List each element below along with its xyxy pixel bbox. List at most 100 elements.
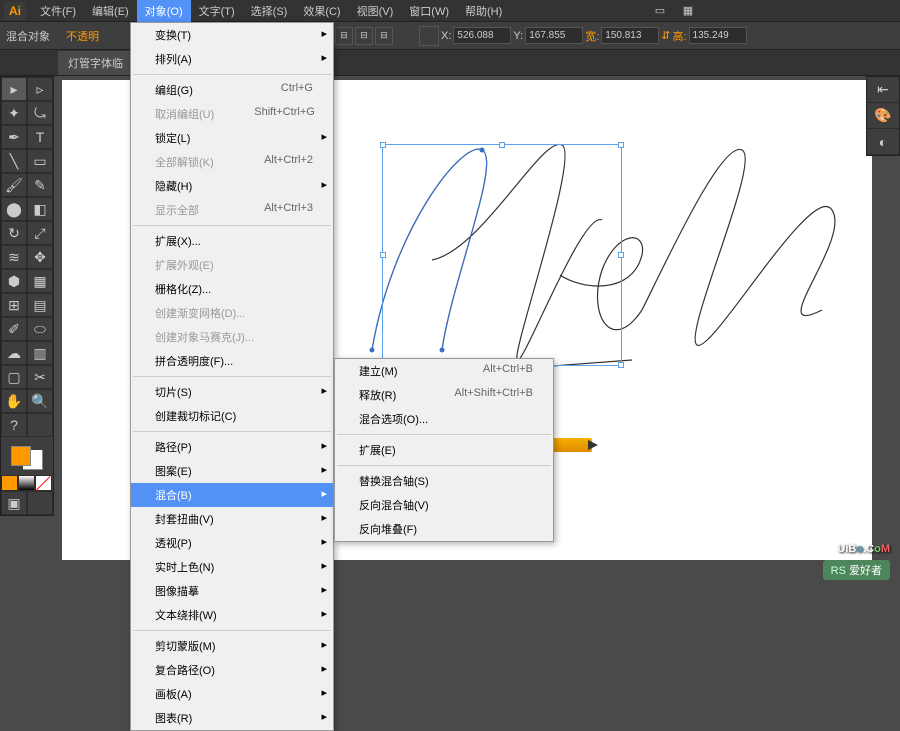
- menu-item: 显示全部Alt+Ctrl+3: [131, 198, 333, 222]
- width-tool[interactable]: ≋: [1, 245, 27, 269]
- brush-tool[interactable]: 🖌: [1, 173, 27, 197]
- menu-item[interactable]: 实时上色(N)▸: [131, 555, 333, 579]
- menu-item: 全部解锁(K)Alt+Ctrl+2: [131, 150, 333, 174]
- menu-item[interactable]: 扩展(X)...: [131, 229, 333, 253]
- menu-window[interactable]: 窗口(W): [401, 0, 457, 22]
- menu-object[interactable]: 对象(O): [137, 0, 191, 22]
- menu-item[interactable]: 隐藏(H)▸: [131, 174, 333, 198]
- menu-file[interactable]: 文件(F): [32, 0, 84, 22]
- x-label: X:: [441, 30, 451, 42]
- no-fill[interactable]: [35, 475, 52, 491]
- slice-tool[interactable]: ✂: [27, 365, 53, 389]
- object-dropdown-menu: 变换(T)▸排列(A)▸编组(G)Ctrl+G取消编组(U)Shift+Ctrl…: [130, 22, 334, 731]
- menu-item[interactable]: 替换混合轴(S): [335, 469, 553, 493]
- help-tool[interactable]: ?: [1, 413, 27, 437]
- menu-item[interactable]: 切片(S)▸: [131, 380, 333, 404]
- link-wh-icon[interactable]: ⇵: [661, 29, 670, 42]
- rotate-tool[interactable]: ↻: [1, 221, 27, 245]
- menu-item[interactable]: 文本绕排(W)▸: [131, 603, 333, 627]
- menu-item[interactable]: 释放(R)Alt+Shift+Ctrl+B: [335, 383, 553, 407]
- h-label: 高:: [672, 28, 686, 44]
- doc-tab[interactable]: 灯管字体临: [58, 51, 133, 75]
- eraser-tool[interactable]: ◧: [27, 197, 53, 221]
- scale-tool[interactable]: ⤢: [27, 221, 53, 245]
- swatches-panel-icon[interactable]: ◐: [867, 129, 899, 155]
- toolbox: ▸▹ ✦⤿ ✒T ╲▭ 🖌✎ ⬤◧ ↻⤢ ≋✥ ⬢▦ ⊞▤ ✐⬭ ☁▥ ▢✂ ✋…: [0, 76, 54, 516]
- menu-help[interactable]: 帮助(H): [457, 0, 510, 22]
- y-input[interactable]: [525, 27, 583, 44]
- menu-item[interactable]: 排列(A)▸: [131, 47, 333, 71]
- align-7[interactable]: ⊟: [335, 27, 353, 45]
- menu-edit[interactable]: 编辑(E): [84, 0, 137, 22]
- menu-item[interactable]: 栅格化(Z)...: [131, 277, 333, 301]
- color-swatch[interactable]: [1, 437, 53, 475]
- gradient-fill[interactable]: [18, 475, 35, 491]
- mesh-tool[interactable]: ⊞: [1, 293, 27, 317]
- menu-item[interactable]: 图像描摹▸: [131, 579, 333, 603]
- menu-item[interactable]: 复合路径(O)▸: [131, 658, 333, 682]
- menu-item[interactable]: 画板(A)▸: [131, 682, 333, 706]
- selection-bounding-box[interactable]: [382, 144, 622, 366]
- menu-item[interactable]: 透视(P)▸: [131, 531, 333, 555]
- menu-item: 创建对象马赛克(J)...: [131, 325, 333, 349]
- layout-icon[interactable]: ▭: [648, 2, 672, 20]
- menu-item[interactable]: 图表(R)▸: [131, 706, 333, 730]
- symbol-tool[interactable]: ☁: [1, 341, 27, 365]
- menu-type[interactable]: 文字(T): [191, 0, 243, 22]
- align-8[interactable]: ⊟: [355, 27, 373, 45]
- menu-item[interactable]: 创建裁切标记(C): [131, 404, 333, 428]
- h-input[interactable]: [689, 27, 747, 44]
- screen-mode-2[interactable]: [27, 491, 53, 515]
- menu-item[interactable]: 图案(E)▸: [131, 459, 333, 483]
- menu-item[interactable]: 扩展(E): [335, 438, 553, 462]
- menu-item[interactable]: 变换(T)▸: [131, 23, 333, 47]
- w-input[interactable]: [601, 27, 659, 44]
- rect-tool[interactable]: ▭: [27, 149, 53, 173]
- menu-effect[interactable]: 效果(C): [295, 0, 348, 22]
- opacity-link[interactable]: 不透明: [66, 28, 99, 44]
- screen-mode[interactable]: ▣: [1, 491, 27, 515]
- hand-tool[interactable]: ✋: [1, 389, 27, 413]
- lasso-tool[interactable]: ⤿: [27, 101, 53, 125]
- menu-item[interactable]: 反向堆叠(F): [335, 517, 553, 541]
- menu-item[interactable]: 锁定(L)▸: [131, 126, 333, 150]
- gradient-tool[interactable]: ▤: [27, 293, 53, 317]
- menu-item[interactable]: 拼合透明度(F)...: [131, 349, 333, 373]
- blob-tool[interactable]: ⬤: [1, 197, 27, 221]
- menu-select[interactable]: 选择(S): [243, 0, 296, 22]
- menu-item[interactable]: 混合选项(O)...: [335, 407, 553, 431]
- menu-item[interactable]: 封套扭曲(V)▸: [131, 507, 333, 531]
- panel-expand-icon[interactable]: ⇤: [867, 77, 899, 103]
- menu-item[interactable]: 路径(P)▸: [131, 435, 333, 459]
- object-type-label: 混合对象: [6, 28, 50, 44]
- perspective-tool[interactable]: ▦: [27, 269, 53, 293]
- type-tool[interactable]: T: [27, 125, 53, 149]
- artboard-tool[interactable]: ▢: [1, 365, 27, 389]
- menu-item[interactable]: 混合(B)▸: [131, 483, 333, 507]
- pen-tool[interactable]: ✒: [1, 125, 27, 149]
- menu-item[interactable]: 反向混合轴(V): [335, 493, 553, 517]
- graph-tool[interactable]: ▥: [27, 341, 53, 365]
- pencil-tool[interactable]: ✎: [27, 173, 53, 197]
- free-transform-tool[interactable]: ✥: [27, 245, 53, 269]
- blend-tool[interactable]: ⬭: [27, 317, 53, 341]
- w-label: 宽:: [585, 28, 599, 44]
- eyedropper-tool[interactable]: ✐: [1, 317, 27, 341]
- shape-builder-tool[interactable]: ⬢: [1, 269, 27, 293]
- empty-tool: [27, 413, 53, 437]
- menu-view[interactable]: 视图(V): [349, 0, 402, 22]
- zoom-tool[interactable]: 🔍: [27, 389, 53, 413]
- transform-grid-icon[interactable]: [419, 26, 439, 46]
- color-panel-icon[interactable]: 🎨: [867, 103, 899, 129]
- arrange-icon[interactable]: ▦: [676, 2, 700, 20]
- align-9[interactable]: ⊟: [375, 27, 393, 45]
- menu-item[interactable]: 编组(G)Ctrl+G: [131, 78, 333, 102]
- wand-tool[interactable]: ✦: [1, 101, 27, 125]
- solid-fill[interactable]: [1, 475, 18, 491]
- direct-select-tool[interactable]: ▹: [27, 77, 53, 101]
- selection-tool[interactable]: ▸: [1, 77, 27, 101]
- line-tool[interactable]: ╲: [1, 149, 27, 173]
- menu-item[interactable]: 建立(M)Alt+Ctrl+B: [335, 359, 553, 383]
- menu-item[interactable]: 剪切蒙版(M)▸: [131, 634, 333, 658]
- x-input[interactable]: [453, 27, 511, 44]
